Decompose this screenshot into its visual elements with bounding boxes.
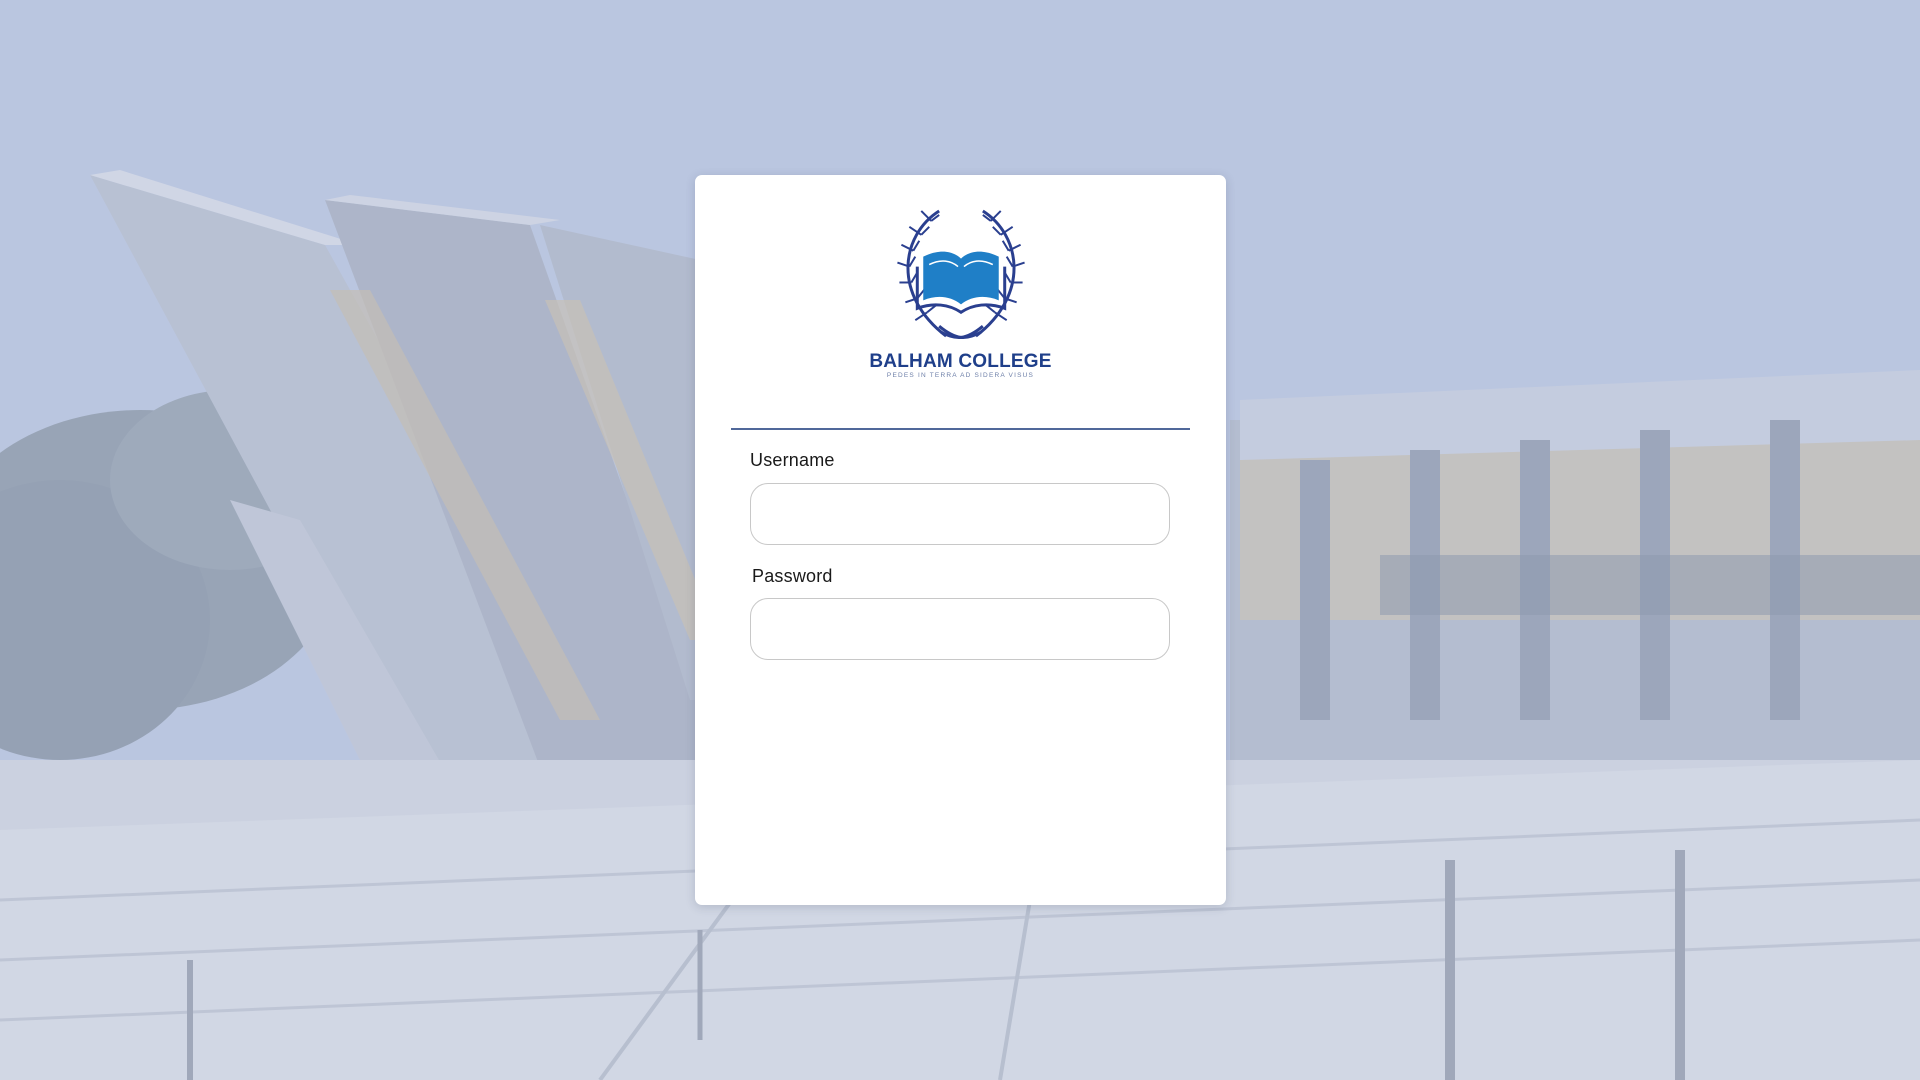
- password-input[interactable]: [750, 598, 1170, 660]
- college-logo: BALHAM COLLEGE PEDES IN TERRA AD SIDERA …: [695, 205, 1226, 380]
- username-input[interactable]: [750, 483, 1170, 545]
- password-label: Password: [752, 566, 833, 586]
- college-motto: PEDES IN TERRA AD SIDERA VISUS: [886, 372, 1035, 379]
- username-label: Username: [750, 450, 835, 470]
- open-book-laurel-icon: [896, 209, 1025, 339]
- login-card: BALHAM COLLEGE PEDES IN TERRA AD SIDERA …: [695, 175, 1226, 905]
- college-name: BALHAM COLLEGE: [869, 351, 1052, 372]
- header-divider: [731, 428, 1190, 430]
